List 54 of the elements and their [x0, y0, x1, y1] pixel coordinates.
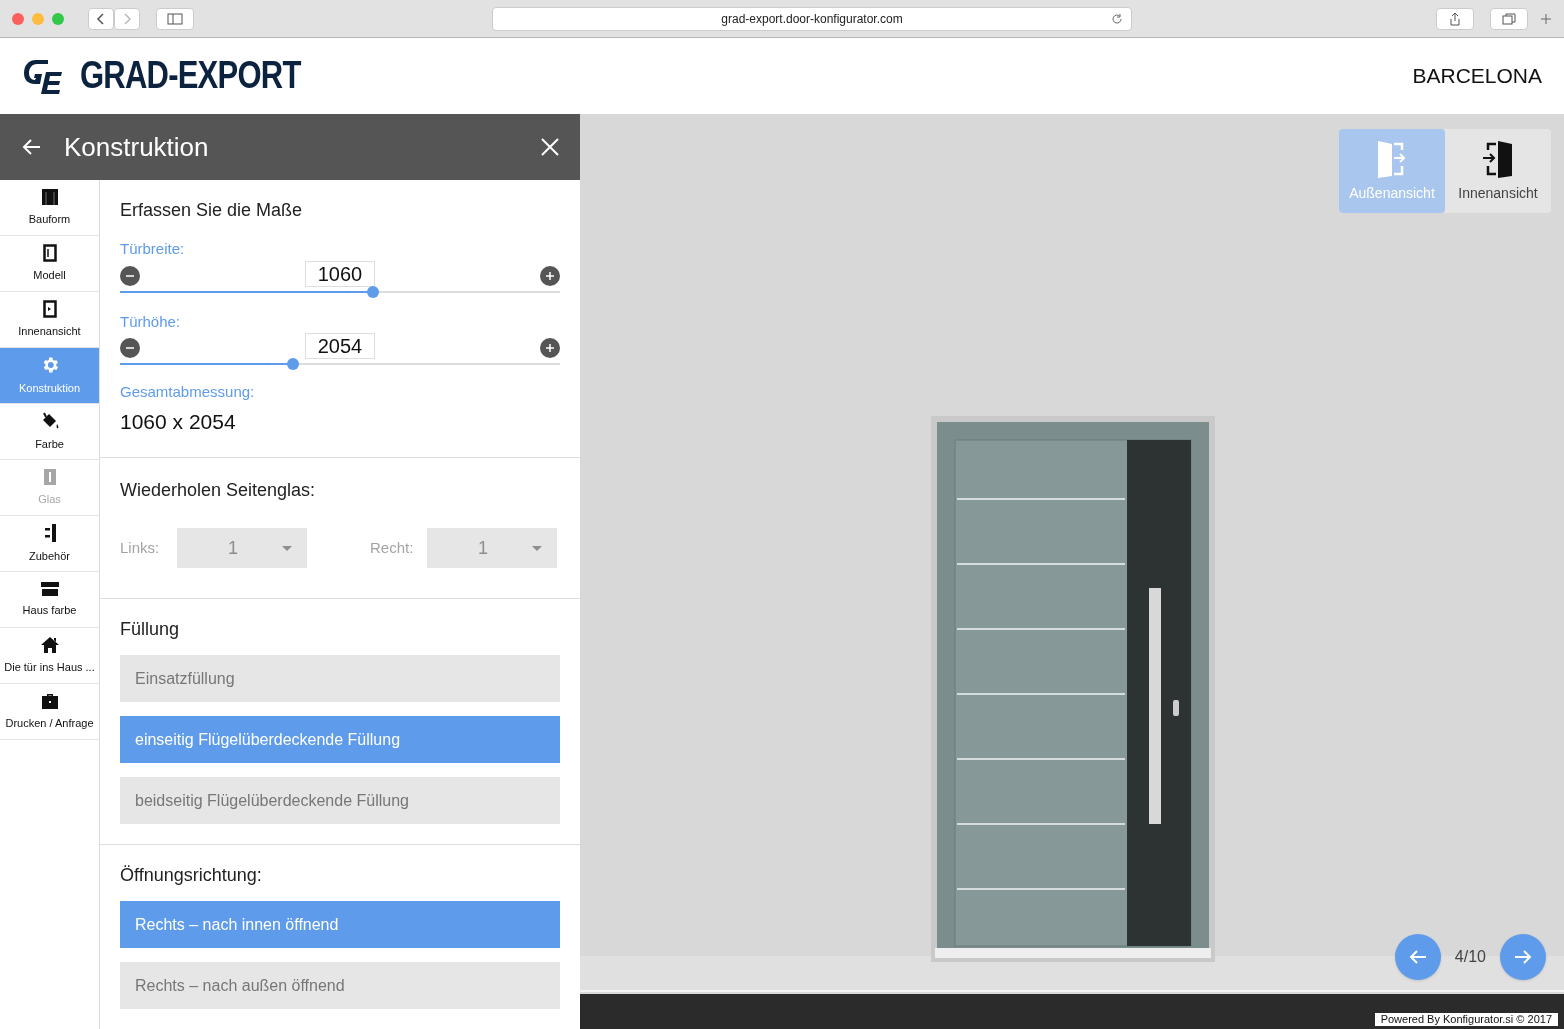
select-label: Links: [120, 537, 161, 558]
new-tab-icon[interactable] [1540, 12, 1552, 25]
columns-icon [40, 187, 59, 206]
back-button[interactable] [88, 7, 114, 30]
chevron-right-icon [121, 12, 133, 25]
plus-button[interactable] [540, 338, 560, 358]
option-button[interactable]: Rechts – nach außen öffnend [120, 962, 560, 1009]
model-name: BARCELONA [1412, 63, 1542, 90]
address-bar[interactable]: grad-export.door-konfigurator.com [492, 6, 1132, 31]
forward-button[interactable] [114, 7, 140, 30]
credit-link[interactable]: Powered By Konfigurator.si © 2017 [1374, 1013, 1558, 1026]
share-icon [1449, 11, 1461, 26]
tabs-button[interactable] [1490, 7, 1528, 30]
sidebar-icon [167, 12, 183, 25]
field-label: Türhöhe: [120, 311, 182, 332]
plus-button[interactable] [540, 265, 560, 286]
url-text: grad-export.door-konfigurator.com [721, 10, 903, 28]
total-dimension: 1060 x 2054 [120, 408, 237, 435]
minus-button[interactable] [120, 265, 140, 286]
brand-name: GRAD-EXPORT [80, 52, 301, 99]
sidebar-toggle-button[interactable] [156, 7, 194, 30]
home-icon [39, 635, 60, 654]
door-icon [42, 467, 57, 486]
slider-thumb[interactable] [287, 358, 300, 370]
door-icon [42, 243, 57, 262]
reload-icon[interactable] [1111, 12, 1123, 25]
caret-icon [282, 546, 292, 551]
select-label: Recht: [370, 537, 415, 558]
door-arrow-icon [1376, 138, 1408, 179]
close-icon[interactable] [540, 137, 560, 157]
chevron-left-icon [95, 12, 107, 25]
value-input[interactable]: 2054 [305, 333, 375, 359]
option-button[interactable]: beidseitig Flügelüberdeckende Füllung [120, 777, 560, 824]
box-icon [39, 580, 60, 597]
tabs-icon [1502, 12, 1516, 25]
door-icon [42, 299, 57, 318]
value-input[interactable]: 1060 [305, 260, 375, 287]
page-counter: 4/10 [1454, 947, 1486, 967]
panel-title: Konstruktion [64, 130, 209, 164]
field-label: Türbreite: [120, 239, 186, 259]
section-heading: Öffnungsrichtung: [120, 864, 263, 887]
view-tab[interactable]: Innenansicht [1445, 129, 1551, 213]
briefcase-icon [39, 691, 60, 710]
handle-icon [42, 522, 57, 543]
section-heading: Wiederholen Seitenglas: [120, 479, 317, 502]
caret-icon [532, 546, 542, 551]
section-heading: Erfassen Sie die Maße [120, 199, 304, 222]
option-button[interactable]: Einsatzfüllung [120, 655, 560, 702]
field-label: Gesamtabmessung: [120, 382, 256, 402]
minus-button[interactable] [120, 338, 140, 358]
window-controls-icon[interactable] [12, 12, 64, 25]
share-button[interactable] [1436, 7, 1474, 30]
section-heading: Füllung [120, 618, 181, 641]
door-arrow-icon [1482, 138, 1514, 179]
